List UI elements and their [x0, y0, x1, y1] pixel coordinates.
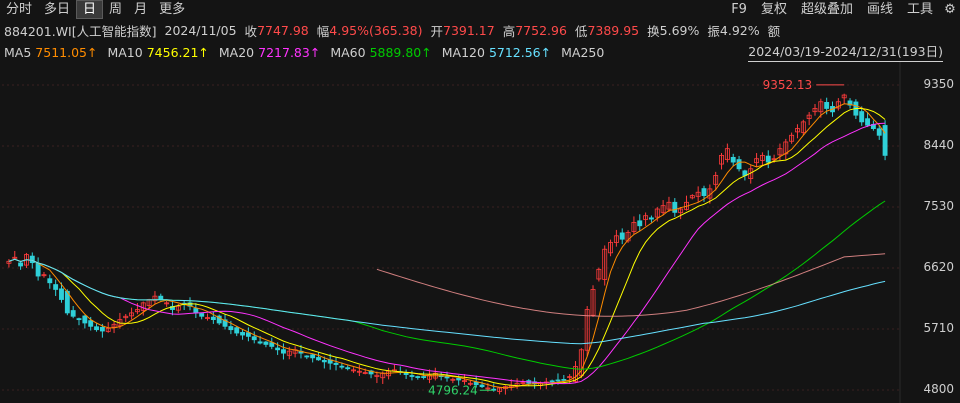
candle-down [421, 376, 427, 378]
candle-down [415, 376, 421, 378]
candle-down [88, 320, 94, 327]
candle-down [193, 308, 199, 314]
candle-down [555, 379, 561, 382]
candle-down [549, 380, 555, 383]
candle-down [736, 159, 742, 170]
candle-down [876, 128, 882, 136]
candle-down [240, 332, 246, 336]
y-tick-label: 5710 [923, 321, 954, 335]
candle-down [403, 372, 409, 375]
candle-down [94, 326, 99, 331]
candle-down [865, 118, 871, 126]
candle-down [251, 336, 257, 341]
ma20-line [8, 122, 886, 385]
candle-down [456, 377, 462, 381]
candle-down [672, 201, 678, 213]
candle-down [35, 263, 41, 277]
candle-down [648, 217, 654, 220]
ma10-line [8, 108, 886, 387]
y-tick-label: 6620 [923, 260, 954, 274]
candle-down [257, 341, 263, 344]
candle-down [333, 362, 339, 365]
candle-down [76, 318, 82, 321]
candle-down [345, 367, 351, 370]
y-tick-label: 7530 [923, 199, 954, 213]
candle-down [70, 310, 76, 317]
high-annotation: 9352.13 [763, 78, 813, 92]
candle-down [824, 101, 830, 109]
y-tick-label: 8440 [923, 138, 954, 152]
candle-down [321, 360, 327, 363]
ma250-line [376, 253, 886, 317]
candle-down [47, 278, 53, 284]
candle-down [339, 365, 345, 368]
y-tick-label: 4800 [923, 382, 954, 396]
candle-down [882, 125, 888, 156]
candle-down [275, 347, 281, 351]
candle-down [316, 357, 321, 361]
ma60-line [8, 200, 886, 370]
candle-down [228, 326, 234, 331]
candle-down [210, 316, 216, 321]
candle-down [730, 156, 736, 163]
candle-down [158, 295, 164, 300]
candle-down [561, 379, 567, 381]
candle-down [409, 375, 415, 377]
candle-down [479, 384, 485, 388]
candle-down [637, 220, 643, 227]
y-tick-label: 9350 [923, 77, 954, 91]
candle-down [701, 188, 707, 197]
candle-down [234, 327, 240, 334]
candle-down [859, 111, 865, 123]
low-annotation: 4796.24 [428, 383, 478, 397]
candle-down [53, 284, 59, 290]
candle-down [82, 315, 88, 324]
candle-down [99, 326, 105, 332]
candle-down [263, 341, 269, 345]
candle-down [18, 262, 24, 267]
candle-down [765, 155, 771, 163]
candle-down [59, 288, 64, 300]
candle-down [310, 354, 316, 359]
kline-chart[interactable]: 9352.13 4796.24 [0, 0, 960, 403]
candle-down [281, 349, 286, 354]
candle-down [619, 232, 625, 240]
ma120-line [8, 258, 886, 345]
candle-down [199, 313, 205, 317]
candle-down [304, 355, 310, 358]
